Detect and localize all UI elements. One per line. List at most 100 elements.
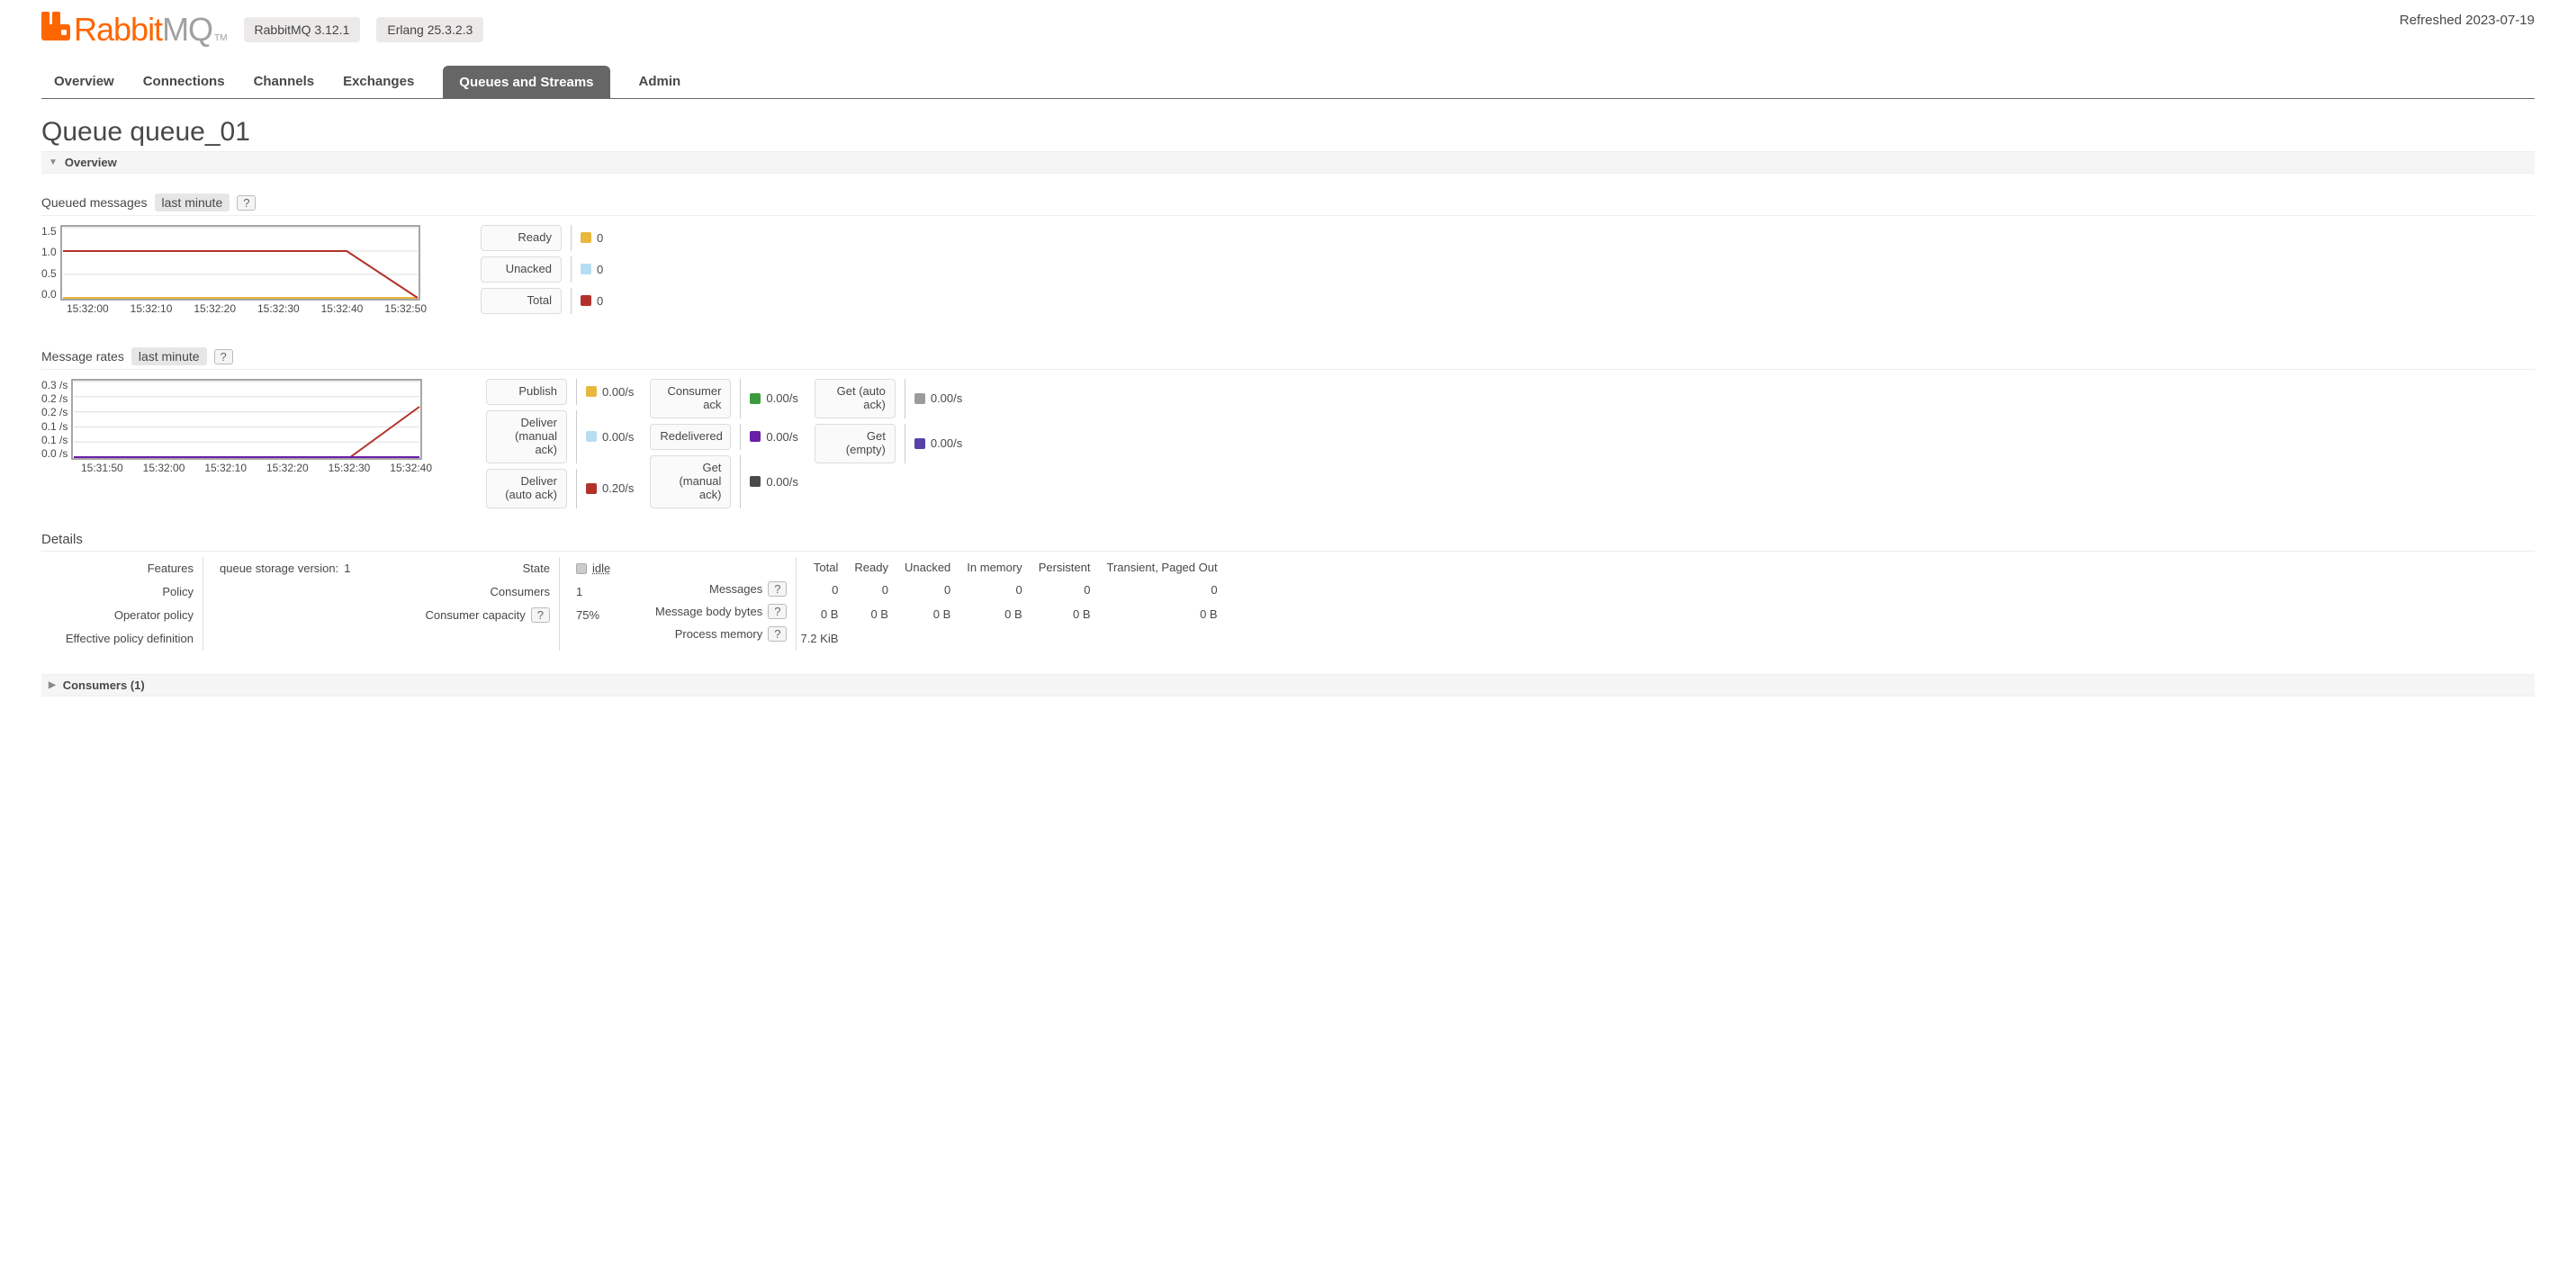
legend-item[interactable]: Consumer ack0.00/s — [650, 379, 797, 418]
legend-value: 0.00/s — [931, 391, 962, 405]
legend-item[interactable]: Get (manual ack) 0.00/s — [650, 455, 797, 508]
details-header: Details — [41, 532, 2535, 552]
chevron-right-icon: ▶ — [49, 680, 56, 690]
legend-label: Publish — [486, 379, 567, 405]
erlang-version-pill: Erlang 25.3.2.3 — [376, 17, 483, 42]
chart-x-tick: 15:32:50 — [384, 302, 427, 315]
chart-x-tick: 15:32:10 — [131, 302, 173, 315]
legend-item[interactable]: Publish0.00/s — [486, 379, 634, 405]
legend-item[interactable]: Deliver (manual ack)0.00/s — [486, 410, 634, 463]
message-rates-legend: Publish0.00/sDeliver (manual ack)0.00/sD… — [486, 379, 962, 508]
chart-x-tick: 15:32:20 — [266, 462, 309, 474]
chart-x-tick: 15:32:30 — [257, 302, 300, 315]
message-rates-chart: 0.3 /s0.2 /s0.2 /s0.1 /s0.1 /s0.0 /s 15:… — [41, 379, 432, 474]
chart-y-tick: 1.0 — [41, 246, 57, 258]
legend-swatch-icon — [914, 393, 925, 404]
details-state-label: State — [407, 557, 550, 580]
chart-x-tick: 15:32:40 — [321, 302, 364, 315]
help-icon[interactable]: ? — [237, 195, 256, 211]
legend-swatch-icon — [581, 264, 591, 274]
stat-cell — [1103, 626, 1230, 651]
help-icon[interactable]: ? — [768, 626, 787, 642]
details-stats-table: TotalReadyUnackedIn memoryPersistentTran… — [797, 557, 1229, 651]
legend-value: 0.00/s — [766, 391, 797, 405]
rates-range-selector[interactable]: last minute — [131, 347, 207, 365]
legend-label: Total — [481, 288, 562, 314]
details-effective-policy-label: Effective policy definition — [41, 627, 194, 651]
details-consumer-capacity-label: Consumer capacity ? — [407, 604, 550, 627]
legend-swatch-icon — [581, 295, 591, 306]
chart-x-tick: 15:32:40 — [390, 462, 432, 474]
feature-value: 1 — [344, 562, 350, 575]
chart-x-tick: 15:32:30 — [329, 462, 371, 474]
rabbitmq-logo[interactable]: RabbitMQ TM — [41, 11, 228, 49]
tab-overview[interactable]: Overview — [54, 65, 114, 98]
legend-label: Get (auto ack) — [815, 379, 896, 418]
chart-y-tick: 0.0 /s — [41, 447, 68, 460]
legend-label: Deliver (manual ack) — [486, 410, 567, 463]
queued-messages-legend: Ready0 Unacked0 Total 0 — [481, 225, 603, 314]
legend-item[interactable]: Get (empty) 0.00/s — [815, 424, 962, 463]
legend-value: 0.20/s — [602, 481, 634, 495]
stat-col-header: Transient, Paged Out — [1103, 557, 1230, 578]
tab-connections[interactable]: Connections — [143, 65, 225, 98]
stat-cell: 0 — [901, 578, 963, 602]
legend-swatch-icon — [914, 438, 925, 449]
legend-item[interactable]: Total 0 — [481, 288, 603, 314]
tab-admin[interactable]: Admin — [639, 65, 681, 98]
logo-text-mq: MQ — [162, 11, 212, 49]
queued-messages-chart: 1.51.00.50.0 15:32:0015:32:1015:32:2015:… — [41, 225, 427, 315]
legend-item[interactable]: Unacked0 — [481, 256, 603, 283]
rabbit-icon — [41, 12, 70, 40]
legend-item[interactable]: Redelivered0.00/s — [650, 424, 797, 450]
legend-value: 0.00/s — [931, 436, 962, 450]
help-icon[interactable]: ? — [531, 607, 550, 623]
legend-label: Get (manual ack) — [650, 455, 731, 508]
stat-col-header: Unacked — [901, 557, 963, 578]
stat-cell — [901, 626, 963, 651]
legend-swatch-icon — [750, 393, 761, 404]
legend-label: Redelivered — [650, 424, 731, 450]
stat-cell: 0 B — [901, 602, 963, 626]
queued-range-selector[interactable]: last minute — [155, 193, 230, 211]
help-icon[interactable]: ? — [768, 604, 787, 619]
legend-swatch-icon — [750, 431, 761, 442]
feature-text: queue storage version: — [220, 562, 338, 575]
details-consumers-label: Consumers — [407, 580, 550, 604]
stat-cell — [851, 626, 901, 651]
stat-cell: 0 B — [963, 602, 1034, 626]
refreshed-timestamp: Refreshed 2023-07-19 — [2400, 11, 2535, 28]
legend-label: Get (empty) — [815, 424, 896, 463]
stat-row-label: Process memory — [675, 627, 763, 641]
legend-label: Deliver (auto ack) — [486, 469, 567, 508]
chart-y-tick: 0.0 — [41, 288, 57, 301]
chart-x-tick: 15:31:50 — [81, 462, 123, 474]
help-icon[interactable]: ? — [768, 581, 787, 597]
details-policy-label: Policy — [41, 580, 194, 604]
main-tabs: Overview Connections Channels Exchanges Queu… — [41, 65, 2535, 99]
legend-swatch-icon — [750, 476, 761, 487]
details-grid: Features Policy Operator policy Effectiv… — [41, 557, 2535, 651]
help-icon[interactable]: ? — [214, 349, 233, 364]
stat-row-label: Message body bytes — [655, 605, 762, 618]
stat-cell: 0 — [851, 578, 901, 602]
chart-y-tick: 0.1 /s — [41, 434, 68, 446]
legend-value: 0 — [597, 294, 603, 308]
section-overview-header[interactable]: ▼ Overview — [41, 151, 2535, 174]
legend-item[interactable]: Get (auto ack) 0.00/s — [815, 379, 962, 418]
legend-value: 0.00/s — [766, 475, 797, 489]
tab-channels[interactable]: Channels — [254, 65, 315, 98]
stat-cell: 0 B — [851, 602, 901, 626]
chevron-down-icon: ▼ — [49, 157, 58, 167]
legend-swatch-icon — [581, 232, 591, 243]
chart-y-tick: 0.2 /s — [41, 406, 68, 418]
section-consumers-header[interactable]: ▶ Consumers (1) — [41, 674, 2535, 696]
tab-queues-and-streams[interactable]: Queues and Streams — [443, 66, 609, 99]
tab-exchanges[interactable]: Exchanges — [343, 65, 414, 98]
message-rates-header: Message rates last minute ? — [41, 347, 2535, 370]
legend-item[interactable]: Deliver (auto ack) 0.20/s — [486, 469, 634, 508]
details-state-value: idle — [576, 557, 639, 580]
stat-cell: 0 — [963, 578, 1034, 602]
stat-cell: 7.2 KiB — [797, 626, 851, 651]
legend-item[interactable]: Ready0 — [481, 225, 603, 251]
